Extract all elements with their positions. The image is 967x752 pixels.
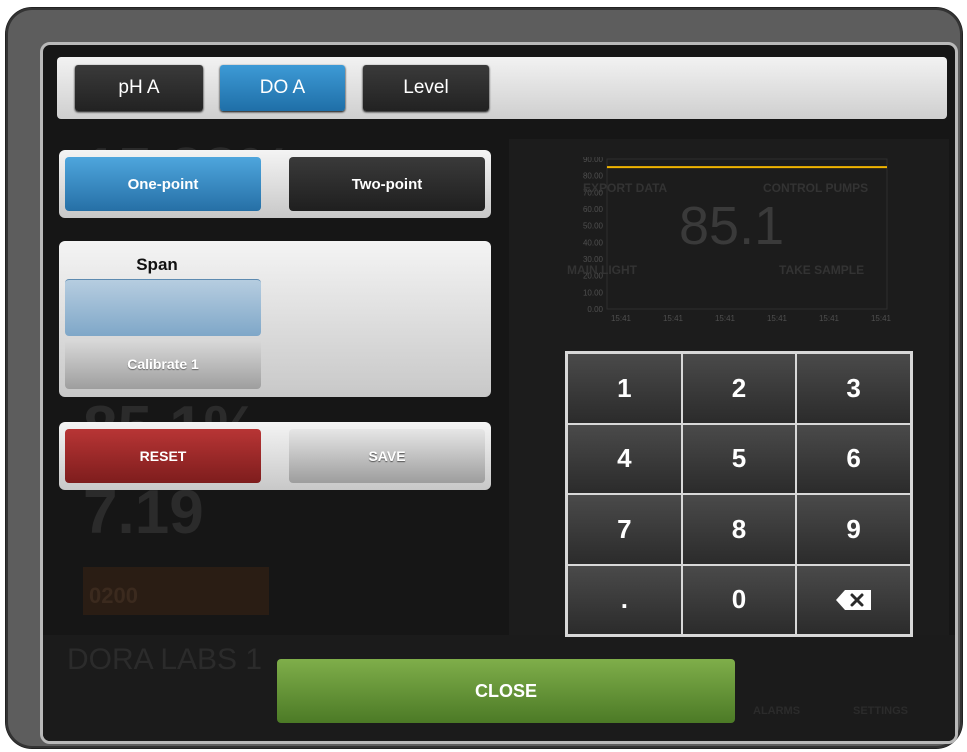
chart-y-tick: 0.00 [587, 305, 603, 314]
key-8[interactable]: 8 [682, 495, 796, 564]
device-frame: 15.33% 85.1% 7.19 0200 DORA LABS 1 ALARM… [6, 8, 962, 748]
span-input[interactable] [65, 279, 261, 336]
span-calibration-panel: Span Calibrate 1 [59, 241, 491, 397]
key-decimal[interactable]: . [568, 565, 681, 634]
background-chart-value: 85.1 [679, 196, 785, 256]
background-export-label: EXPORT DATA [583, 181, 668, 195]
key-9[interactable]: 9 [797, 495, 910, 564]
key-backspace[interactable] [797, 565, 910, 634]
reset-save-panel: RESET SAVE [59, 422, 491, 490]
reset-button[interactable]: RESET [65, 429, 261, 483]
span-label: Span [136, 255, 178, 274]
tab-do-a[interactable]: DO A [220, 65, 345, 111]
two-point-button[interactable]: Two-point [289, 157, 485, 211]
background-orange-box: 0200 [83, 567, 269, 615]
save-button[interactable]: SAVE [289, 429, 485, 483]
one-point-button[interactable]: One-point [65, 157, 261, 211]
background-control-label: CONTROL PUMPS [763, 181, 869, 195]
chart-y-tick: 60.00 [583, 205, 604, 214]
chart-x-tick: 15:41 [715, 314, 736, 323]
key-7[interactable]: 7 [568, 495, 681, 564]
sensor-tab-bar: pH A DO A Level [57, 57, 947, 119]
background-device-name: DORA LABS 1 [67, 643, 263, 676]
background-take-sample-label: TAKE SAMPLE [779, 263, 865, 277]
background-alarms-label: ALARMS [753, 705, 801, 717]
chart-x-tick: 15:41 [663, 314, 684, 323]
screen: 15.33% 85.1% 7.19 0200 DORA LABS 1 ALARM… [40, 42, 958, 744]
key-0[interactable]: 0 [682, 565, 796, 634]
background-settings-label: SETTINGS [853, 705, 909, 717]
chart-y-tick: 10.00 [583, 288, 604, 297]
tab-ph-a[interactable]: pH A [75, 65, 203, 111]
chart-x-tick: 15:41 [871, 314, 891, 323]
key-6[interactable]: 6 [797, 424, 910, 493]
calibrate-1-button[interactable]: Calibrate 1 [65, 339, 261, 389]
chart-y-tick: 40.00 [583, 238, 604, 247]
tab-level[interactable]: Level [363, 65, 489, 111]
key-1[interactable]: 1 [568, 354, 681, 423]
key-2[interactable]: 2 [682, 354, 796, 423]
backspace-icon [835, 589, 871, 610]
close-button[interactable]: CLOSE [277, 659, 735, 723]
chart-x-tick: 15:41 [767, 314, 788, 323]
chart-x-tick: 15:41 [611, 314, 632, 323]
chart-y-tick: 50.00 [583, 222, 604, 231]
chart-y-tick: 80.00 [583, 172, 604, 181]
calibration-mode-panel: One-point Two-point [59, 150, 491, 218]
key-5[interactable]: 5 [682, 424, 796, 493]
numeric-keypad: 1 2 3 4 5 6 7 8 9 . 0 [565, 351, 913, 637]
key-4[interactable]: 4 [568, 424, 681, 493]
background-orange-value: 0200 [89, 583, 138, 608]
background-main-light-label: MAIN LIGHT [567, 263, 637, 277]
key-3[interactable]: 3 [797, 354, 910, 423]
chart-y-tick: 90.00 [583, 157, 604, 164]
chart-x-tick: 15:41 [819, 314, 840, 323]
